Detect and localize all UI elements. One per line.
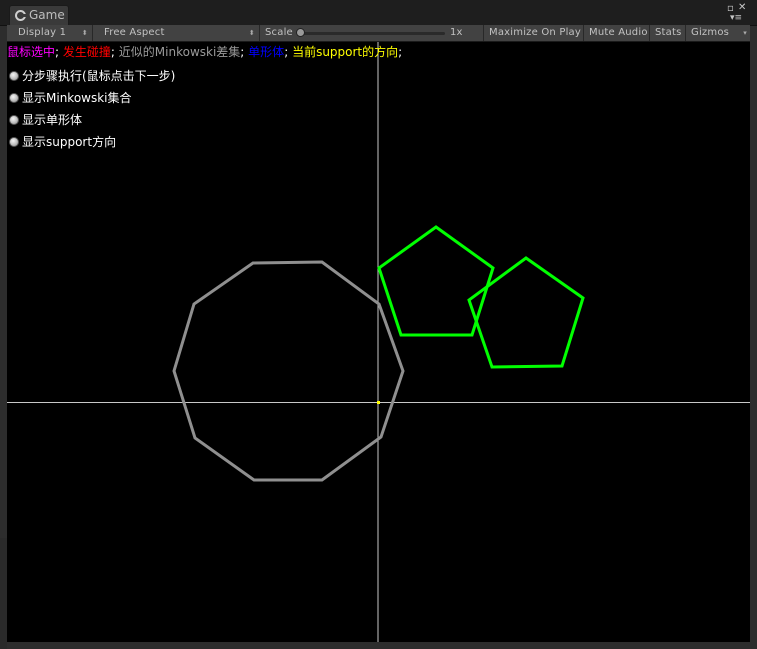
tab-bar: Game ▫ ✕ ▾≡: [0, 0, 757, 26]
pentagon-shape-right: [467, 256, 585, 369]
origin-marker: [377, 401, 380, 404]
scale-value: 1x: [450, 27, 463, 38]
legend-separator: ;: [240, 45, 245, 59]
toggle-step-execution[interactable]: 分步骤执行(鼠标点击下一步): [9, 68, 175, 84]
window-controls: ▫ ✕ ▾≡: [725, 2, 749, 24]
legend-separator: ;: [398, 45, 403, 59]
legend-separator: ;: [284, 45, 289, 59]
toggle-show-minkowski[interactable]: 显示Minkowski集合: [9, 90, 132, 106]
toggle-label: 显示support方向: [22, 135, 117, 149]
dropdown-arrow-icon: ⬍: [81, 29, 88, 37]
scale-slider-thumb[interactable]: [296, 28, 305, 37]
scene-canvas: [7, 42, 750, 642]
toggle-show-support[interactable]: 显示support方向: [9, 134, 116, 150]
mute-audio-button[interactable]: Mute Audio: [584, 25, 650, 41]
legend-collision: 发生碰撞: [62, 45, 111, 59]
left-panel-edge: [0, 538, 7, 649]
toggle-radio-icon[interactable]: [9, 137, 19, 147]
aspect-value: Free Aspect: [104, 27, 165, 38]
game-window: Game ▫ ✕ ▾≡ Display 1 ⬍ Free Aspect ⬍ Sc…: [0, 0, 757, 649]
game-view[interactable]: 鼠标选中; 发生碰撞; 近似的Minkowski差集; 单形体; 当前suppo…: [7, 42, 750, 642]
toggle-radio-icon[interactable]: [9, 71, 19, 81]
toggle-show-simplex[interactable]: 显示单形体: [9, 112, 82, 128]
color-legend: 鼠标选中; 发生碰撞; 近似的Minkowski差集; 单形体; 当前suppo…: [7, 44, 402, 60]
toggle-radio-icon[interactable]: [9, 93, 19, 103]
menu-icon[interactable]: ▾≡: [730, 13, 742, 23]
display-value: Display 1: [18, 27, 67, 38]
legend-selected: 鼠标选中: [7, 45, 56, 59]
dropdown-arrow-icon: ⬍: [248, 29, 255, 37]
dropdown-arrow-icon: ▾: [743, 29, 747, 37]
aspect-dropdown[interactable]: Free Aspect ⬍: [93, 25, 260, 41]
minkowski-decagon: [172, 260, 405, 482]
toggle-label: 分步骤执行(鼠标点击下一步): [22, 69, 176, 83]
scale-slider-track[interactable]: [297, 32, 445, 35]
toggle-label: 显示Minkowski集合: [22, 91, 132, 105]
gizmos-dropdown[interactable]: Gizmos ▾: [686, 25, 750, 41]
legend-support: 当前support的方向: [292, 45, 399, 59]
tab-game[interactable]: Game: [9, 5, 69, 25]
scale-label: Scale: [265, 27, 293, 38]
legend-minkowski: 近似的Minkowski差集: [118, 45, 241, 59]
stats-button[interactable]: Stats: [650, 25, 686, 41]
legend-simplex: 单形体: [248, 45, 285, 59]
toggle-radio-icon[interactable]: [9, 115, 19, 125]
toggle-label: 显示单形体: [22, 113, 83, 127]
legend-separator: ;: [110, 45, 115, 59]
tab-label: Game: [29, 8, 65, 22]
display-dropdown[interactable]: Display 1 ⬍: [7, 25, 93, 41]
legend-separator: ;: [55, 45, 60, 59]
close-icon[interactable]: ✕: [738, 3, 746, 13]
game-tab-icon: [15, 10, 26, 21]
game-toolbar: Display 1 ⬍ Free Aspect ⬍ Scale 1x Maxim…: [7, 25, 750, 42]
maximize-on-play-button[interactable]: Maximize On Play: [484, 25, 584, 41]
